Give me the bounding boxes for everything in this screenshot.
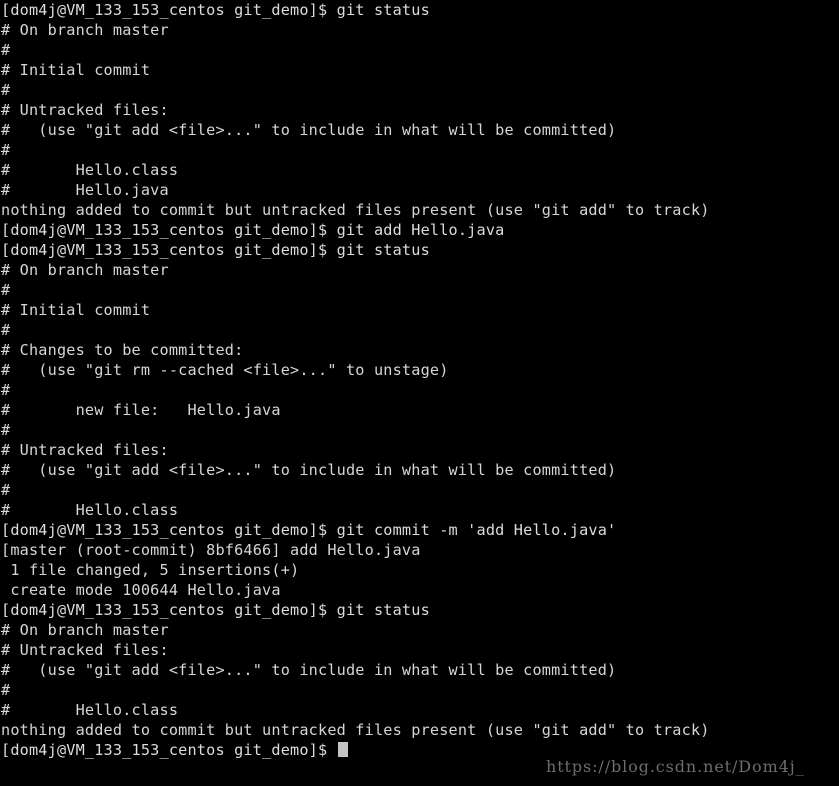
terminal-output-line: # [1,681,11,699]
terminal-window[interactable]: [dom4j@VM_133_153_centos git_demo]$ git … [0,0,839,786]
terminal-output-line: # On branch master [1,261,169,279]
terminal-output-line: # [1,381,11,399]
terminal-output[interactable]: [dom4j@VM_133_153_centos git_demo]$ git … [0,0,839,760]
terminal-output-line: 1 file changed, 5 insertions(+) [1,561,300,579]
terminal-output-line: # Hello.class [1,501,179,519]
terminal-output-line: # Initial commit [1,301,151,319]
terminal-output-line: # [1,481,11,499]
terminal-output-line: # Untracked files: [1,101,169,119]
prompt-text: [dom4j@VM_133_153_centos git_demo]$ [1,741,337,759]
terminal-output-line: # On branch master [1,621,169,639]
terminal-output-line: # Hello.class [1,161,179,179]
terminal-output-line: # Untracked files: [1,441,169,459]
terminal-output-line: # [1,281,11,299]
terminal-output-line: # On branch master [1,21,169,39]
terminal-output-line: # [1,141,11,159]
terminal-output-line: # Hello.java [1,181,169,199]
terminal-command-line: [dom4j@VM_133_153_centos git_demo]$ git … [1,1,430,19]
terminal-output-line: # [1,41,11,59]
terminal-output-line: # Changes to be committed: [1,341,244,359]
terminal-command-line: [dom4j@VM_133_153_centos git_demo]$ git … [1,221,505,239]
terminal-output-line: nothing added to commit but untracked fi… [1,201,710,219]
terminal-output-line: # [1,421,11,439]
terminal-output-line: # Untracked files: [1,641,169,659]
terminal-output-line: # (use "git add <file>..." to include in… [1,461,617,479]
terminal-output-line: create mode 100644 Hello.java [1,581,281,599]
terminal-output-line: # [1,321,11,339]
terminal-command-line: [dom4j@VM_133_153_centos git_demo]$ git … [1,521,617,539]
terminal-output-line: nothing added to commit but untracked fi… [1,721,710,739]
text-cursor [337,742,348,757]
terminal-output-line: # (use "git add <file>..." to include in… [1,121,617,139]
terminal-command-line: [dom4j@VM_133_153_centos git_demo]$ git … [1,601,430,619]
watermark-url: https://blog.csdn.net/Dom4j_ [546,757,805,776]
terminal-output-line: # new file: Hello.java [1,401,281,419]
terminal-output-line: # Initial commit [1,61,151,79]
terminal-output-line: # (use "git add <file>..." to include in… [1,661,617,679]
terminal-command-line: [dom4j@VM_133_153_centos git_demo]$ git … [1,241,430,259]
terminal-output-line: # [1,81,11,99]
terminal-output-line: # (use "git rm --cached <file>..." to un… [1,361,449,379]
terminal-output-line: [master (root-commit) 8bf6466] add Hello… [1,541,421,559]
terminal-output-line: # Hello.class [1,701,179,719]
